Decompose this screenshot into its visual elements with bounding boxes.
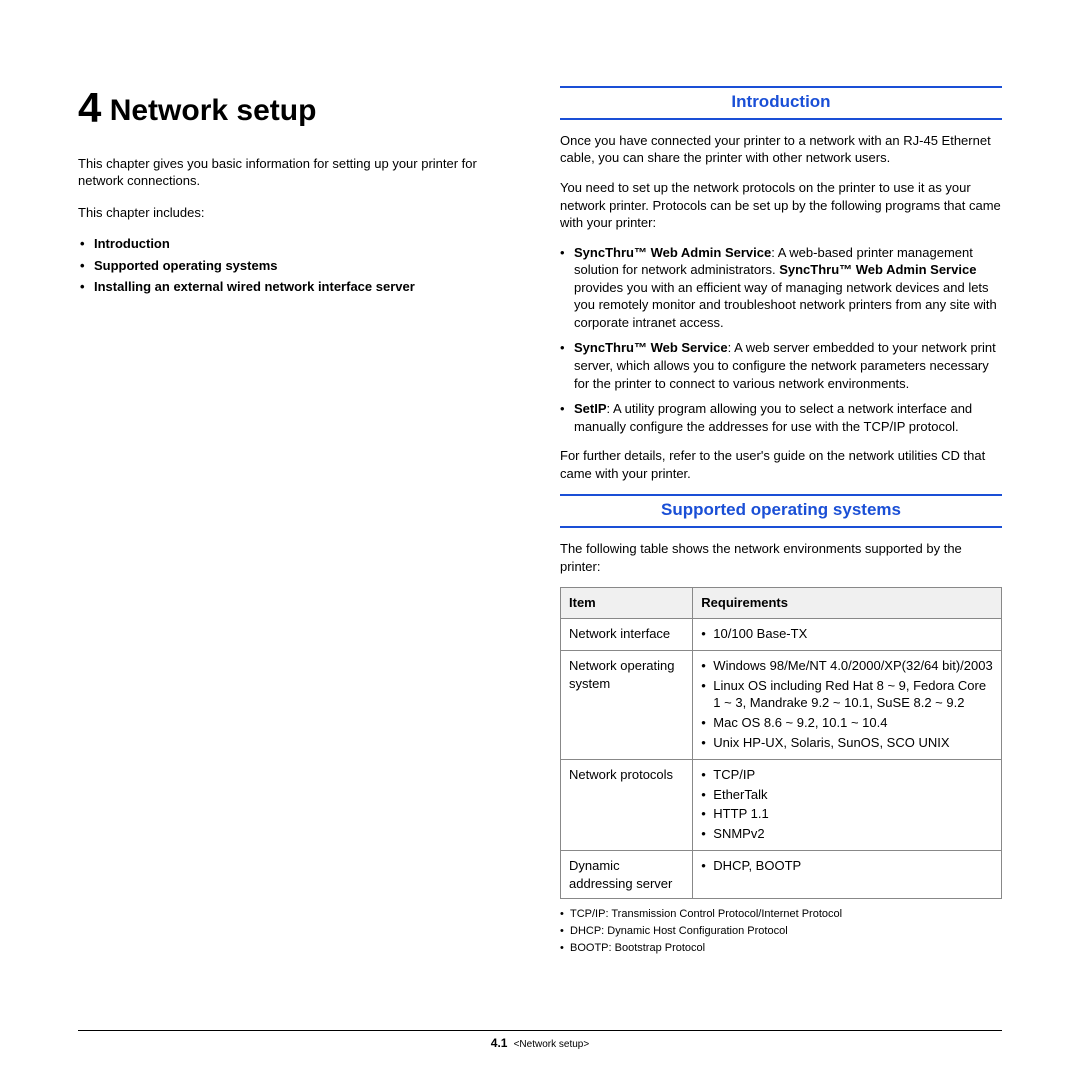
cell-item: Network protocols	[561, 760, 693, 851]
bullet-text2: provides you with an efficient way of ma…	[574, 280, 997, 330]
page-number: 4.1	[491, 1036, 508, 1050]
cell-requirements: Windows 98/Me/NT 4.0/2000/XP(32/64 bit)/…	[693, 651, 1002, 760]
intro-bullet: SyncThru™ Web Service: A web server embe…	[560, 339, 1002, 392]
bullet-bold: SyncThru™ Web Admin Service	[574, 245, 771, 260]
bullet-bold2: SyncThru™ Web Admin Service	[779, 262, 976, 277]
req-bullet: Mac OS 8.6 ~ 9.2, 10.1 ~ 10.4	[701, 714, 993, 732]
intro-p1: Once you have connected your printer to …	[560, 132, 1002, 167]
req-bullet: SNMPv2	[701, 825, 993, 843]
table-row: Network interface 10/100 Base-TX	[561, 618, 1002, 651]
cell-item: Dynamic addressing server	[561, 851, 693, 899]
includes-label: This chapter includes:	[78, 204, 520, 222]
footnote: DHCP: Dynamic Host Configuration Protoco…	[560, 924, 1002, 939]
chapter-title: 4 Network setup	[78, 80, 520, 137]
cell-requirements: DHCP, BOOTP	[693, 851, 1002, 899]
bullet-bold: SyncThru™ Web Service	[574, 340, 728, 355]
table-row: Network operating system Windows 98/Me/NT…	[561, 651, 1002, 760]
toc-list: Introduction Supported operating systems…	[78, 235, 520, 296]
intro-bullet: SyncThru™ Web Admin Service: A web-based…	[560, 244, 1002, 332]
section-heading-supported: Supported operating systems	[560, 494, 1002, 528]
footnote: BOOTP: Bootstrap Protocol	[560, 941, 1002, 956]
right-column: Introduction Once you have connected you…	[560, 80, 1002, 958]
bullet-text: : A utility program allowing you to sele…	[574, 401, 972, 434]
chapter-number: 4	[78, 84, 101, 131]
intro-p3: For further details, refer to the user's…	[560, 447, 1002, 482]
cell-requirements: 10/100 Base-TX	[693, 618, 1002, 651]
req-bullet: EtherTalk	[701, 786, 993, 804]
footnote: TCP/IP: Transmission Control Protocol/In…	[560, 907, 1002, 922]
section-heading-introduction: Introduction	[560, 86, 1002, 120]
th-item: Item	[561, 588, 693, 619]
req-bullet: Linux OS including Red Hat 8 ~ 9, Fedora…	[701, 677, 993, 712]
req-bullet: Windows 98/Me/NT 4.0/2000/XP(32/64 bit)/…	[701, 657, 993, 675]
intro-bullet: SetIP: A utility program allowing you to…	[560, 400, 1002, 435]
left-column: 4 Network setup This chapter gives you b…	[78, 80, 520, 958]
table-row: Dynamic addressing server DHCP, BOOTP	[561, 851, 1002, 899]
page-footer: 4.1 <Network setup>	[78, 1030, 1002, 1052]
supported-intro: The following table shows the network en…	[560, 540, 1002, 575]
req-bullet: DHCP, BOOTP	[701, 857, 993, 875]
intro-p2: You need to set up the network protocols…	[560, 179, 1002, 232]
toc-item: Introduction	[78, 235, 520, 253]
toc-item: Supported operating systems	[78, 257, 520, 275]
req-bullet: Unix HP-UX, Solaris, SunOS, SCO UNIX	[701, 734, 993, 752]
cell-item: Network interface	[561, 618, 693, 651]
req-bullet: HTTP 1.1	[701, 805, 993, 823]
page-crumb: <Network setup>	[514, 1039, 590, 1050]
table-row: Network protocols TCP/IP EtherTalkHTTP 1.1…	[561, 760, 1002, 851]
footnotes: TCP/IP: Transmission Control Protocol/In…	[560, 907, 1002, 956]
chapter-intro: This chapter gives you basic information…	[78, 155, 520, 190]
cell-requirements: TCP/IP EtherTalkHTTP 1.1 SNMPv2	[693, 760, 1002, 851]
cell-item: Network operating system	[561, 651, 693, 760]
th-requirements: Requirements	[693, 588, 1002, 619]
req-bullet: 10/100 Base-TX	[701, 625, 993, 643]
toc-item: Installing an external wired network int…	[78, 278, 520, 296]
requirements-table: Item Requirements Network interface 10/10…	[560, 587, 1002, 899]
intro-bullets: SyncThru™ Web Admin Service: A web-based…	[560, 244, 1002, 435]
chapter-title-text: Network setup	[110, 94, 317, 127]
bullet-bold: SetIP	[574, 401, 607, 416]
req-bullet: TCP/IP	[701, 766, 993, 784]
